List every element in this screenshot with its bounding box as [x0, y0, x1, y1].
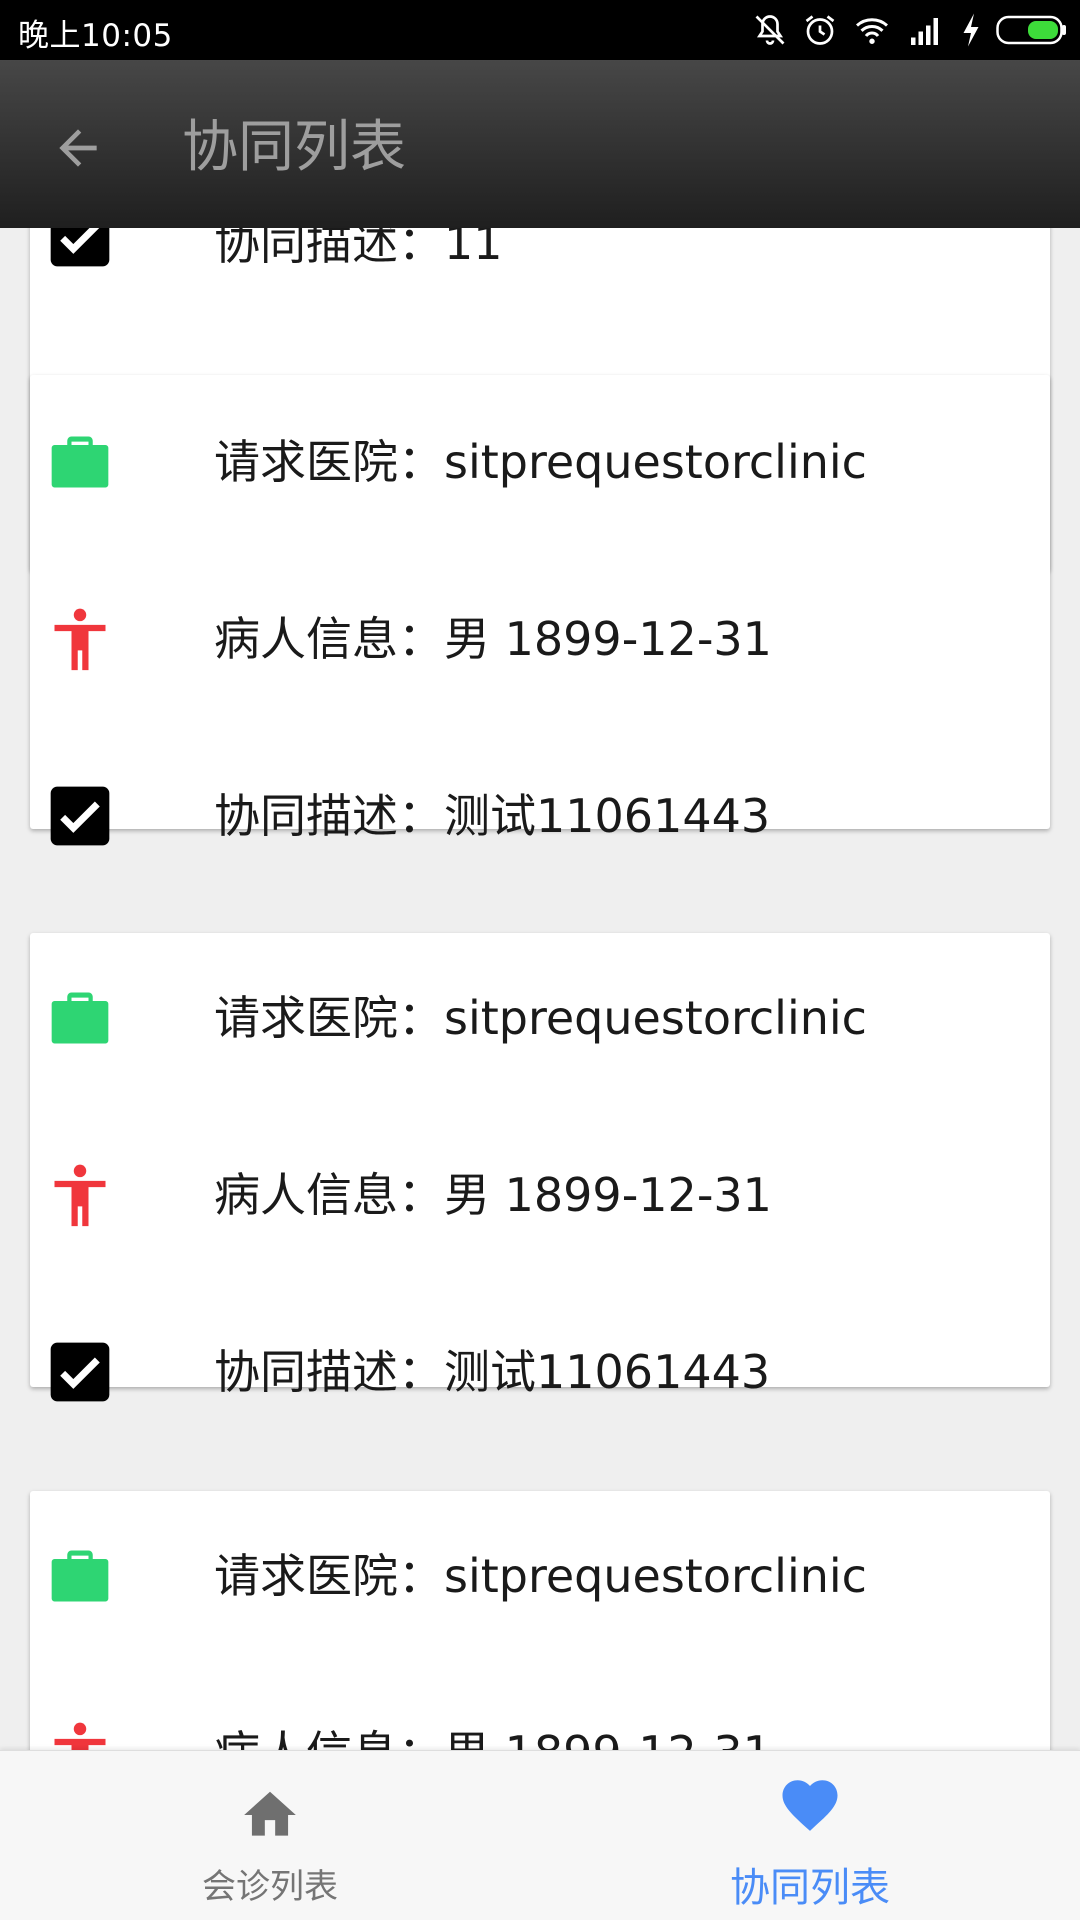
person-icon: [46, 605, 114, 673]
tab-collaboration-list[interactable]: 协同列表: [540, 1751, 1080, 1920]
alarm-icon: [805, 15, 835, 45]
status-icons: [752, 10, 1068, 50]
patient-text: 病人信息：男 1899-12-31: [214, 1168, 772, 1222]
hospital-row: 请求医院：sitprequestorclinic: [30, 417, 1050, 507]
tab-label: 协同列表: [730, 1865, 890, 1911]
description-text: 协同描述：11: [214, 228, 503, 270]
patient-row: 病人信息：男 1899-12-31: [30, 1708, 1050, 1750]
collaboration-card[interactable]: 请求医院：sitprequestorclinic 病人信息：男 1899-12-…: [30, 933, 1050, 1402]
battery-icon: [996, 15, 1066, 45]
description-row: 协同描述：11: [30, 228, 1050, 338]
person-icon: [46, 1161, 114, 1229]
mute-icon: [755, 15, 785, 45]
patient-text: 病人信息：男 1899-12-31: [214, 1708, 772, 1750]
hospital-row: 请求医院：sitprequestorclinic: [30, 1531, 1050, 1621]
description-text: 协同描述：测试11061443: [214, 789, 771, 843]
signal-icon: [911, 18, 938, 45]
wifi-icon: [856, 18, 888, 44]
person-icon: [46, 1719, 114, 1750]
arrow-left-icon: [59, 129, 97, 167]
home-icon: [0, 1783, 540, 1847]
patient-row: 病人信息：男 1899-12-31: [30, 1150, 1050, 1240]
collaboration-card[interactable]: 请求医院：sitprequestorclinic 病人信息：男 1899-12-…: [30, 375, 1050, 846]
hospital-row: 请求医院：sitprequestorclinic: [30, 973, 1050, 1063]
patient-row: 病人信息：男 1899-12-31: [30, 594, 1050, 684]
description-row: 协同描述：测试11061443: [30, 1327, 1050, 1417]
tab-consultation-list[interactable]: 会诊列表: [0, 1751, 540, 1920]
collaboration-card[interactable]: 请求医院：sitprequestorclinic 病人信息：男 1899-12-…: [30, 1491, 1050, 1750]
bottom-nav: 会诊列表 协同列表: [0, 1750, 1080, 1920]
collaboration-list[interactable]: 协同描述：11 请求医院：sitprequestorclinic 病人信息：男 …: [0, 228, 1080, 1750]
checkbox-checked-icon: [46, 782, 114, 850]
heart-icon: [540, 1773, 1080, 1837]
briefcase-icon: [46, 1542, 114, 1610]
status-bar: 晚上10:05: [0, 0, 1080, 60]
checkbox-checked-icon: [46, 228, 114, 271]
tab-label: 会诊列表: [202, 1867, 338, 1907]
briefcase-icon: [46, 428, 114, 496]
description-text: 协同描述：测试11061443: [214, 1345, 771, 1399]
hospital-text: 请求医院：sitprequestorclinic: [214, 435, 867, 489]
app-bar: 协同列表: [0, 60, 1080, 228]
charging-icon: [963, 13, 979, 47]
hospital-text: 请求医院：sitprequestorclinic: [214, 991, 867, 1045]
description-row: 协同描述：测试11061443: [30, 771, 1050, 861]
hospital-text: 请求医院：sitprequestorclinic: [214, 1549, 867, 1603]
page-title: 协同列表: [182, 115, 406, 180]
status-time: 晚上10:05: [18, 18, 173, 54]
back-button[interactable]: [40, 110, 116, 186]
checkbox-checked-icon: [46, 1338, 114, 1406]
briefcase-icon: [46, 984, 114, 1052]
patient-text: 病人信息：男 1899-12-31: [214, 612, 772, 666]
